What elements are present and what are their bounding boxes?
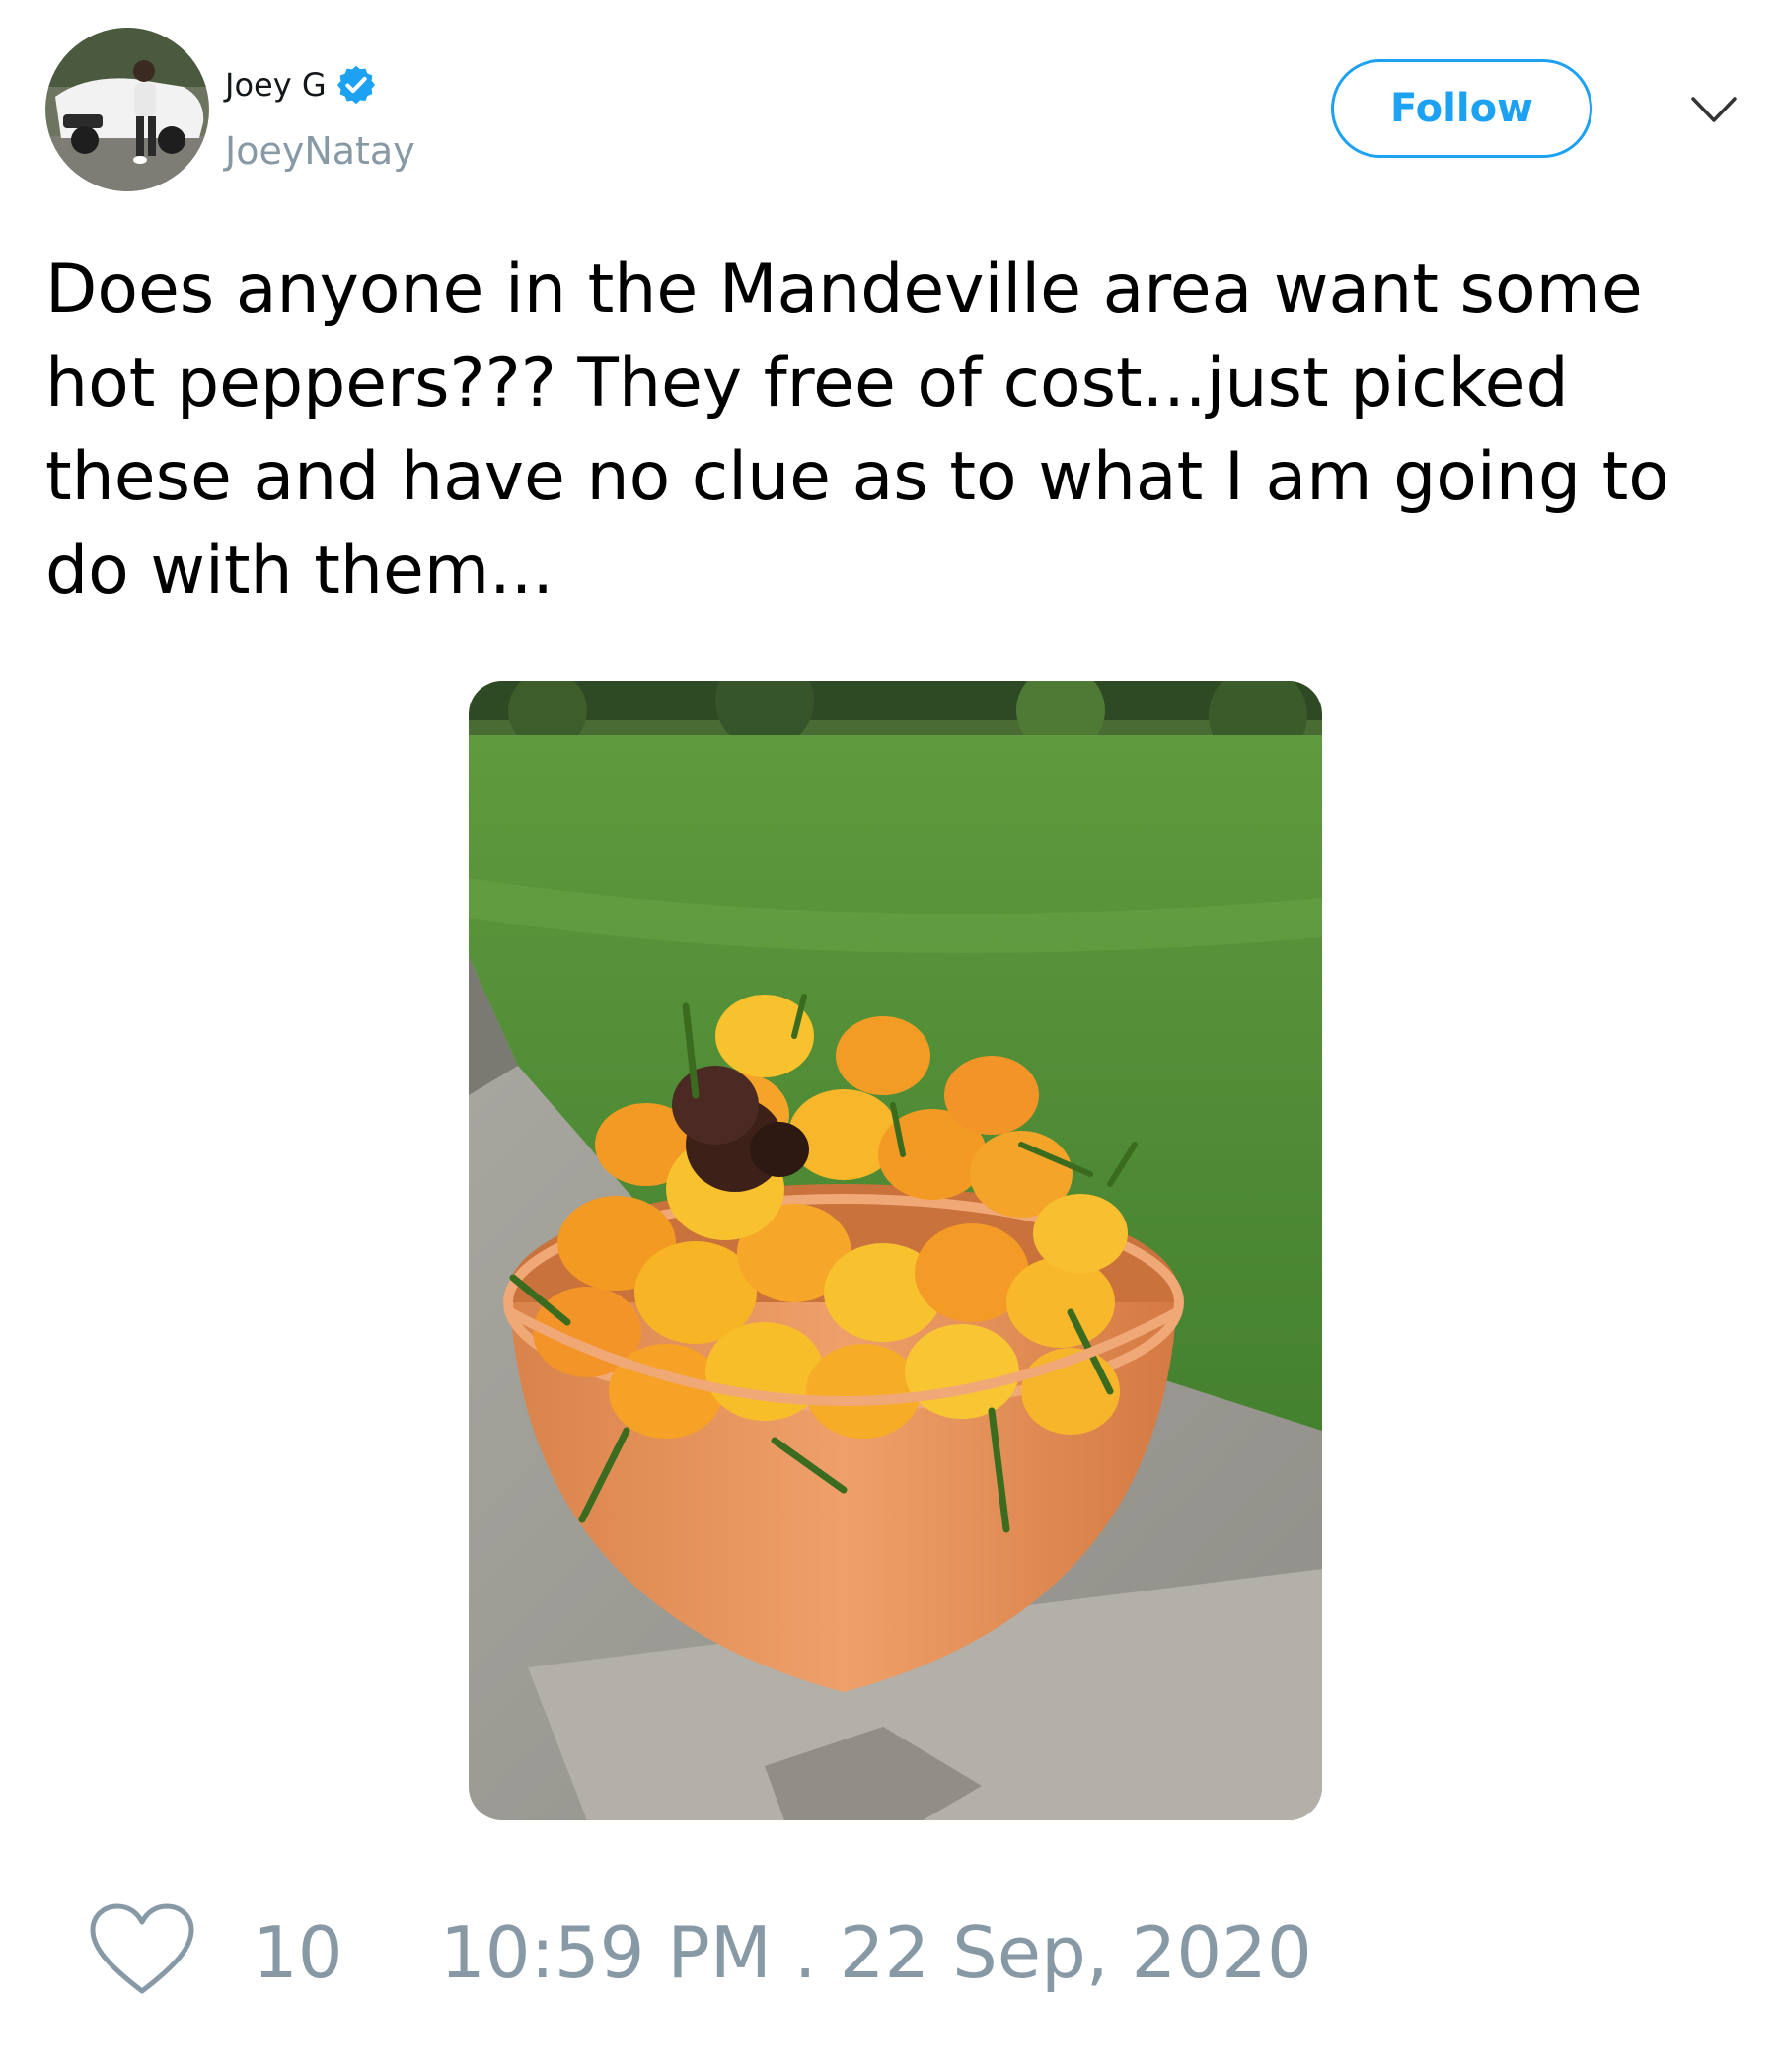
chevron-down-icon[interactable] [1689, 91, 1739, 128]
tweet-footer: 10 10:59 PM . 22 Sep, 2020 [0, 1894, 1776, 2003]
timestamp[interactable]: 10:59 PM . 22 Sep, 2020 [440, 1908, 1312, 1997]
verified-badge-icon [336, 65, 375, 105]
avatar[interactable] [45, 28, 209, 191]
display-name: Joey G [225, 66, 327, 104]
tweet-text: Does anyone in the Mandeville area want … [45, 251, 1669, 610]
follow-button[interactable]: Follow [1331, 59, 1592, 158]
heart-icon[interactable] [89, 1902, 195, 1997]
avatar-image [45, 28, 209, 191]
tweet-photo[interactable] [469, 681, 1322, 1820]
display-name-row[interactable]: Joey G [225, 63, 378, 107]
like-count: 10 [253, 1911, 343, 1994]
peppers-photo-image [469, 681, 1322, 1820]
handle[interactable]: JoeyNatay [225, 128, 415, 174]
